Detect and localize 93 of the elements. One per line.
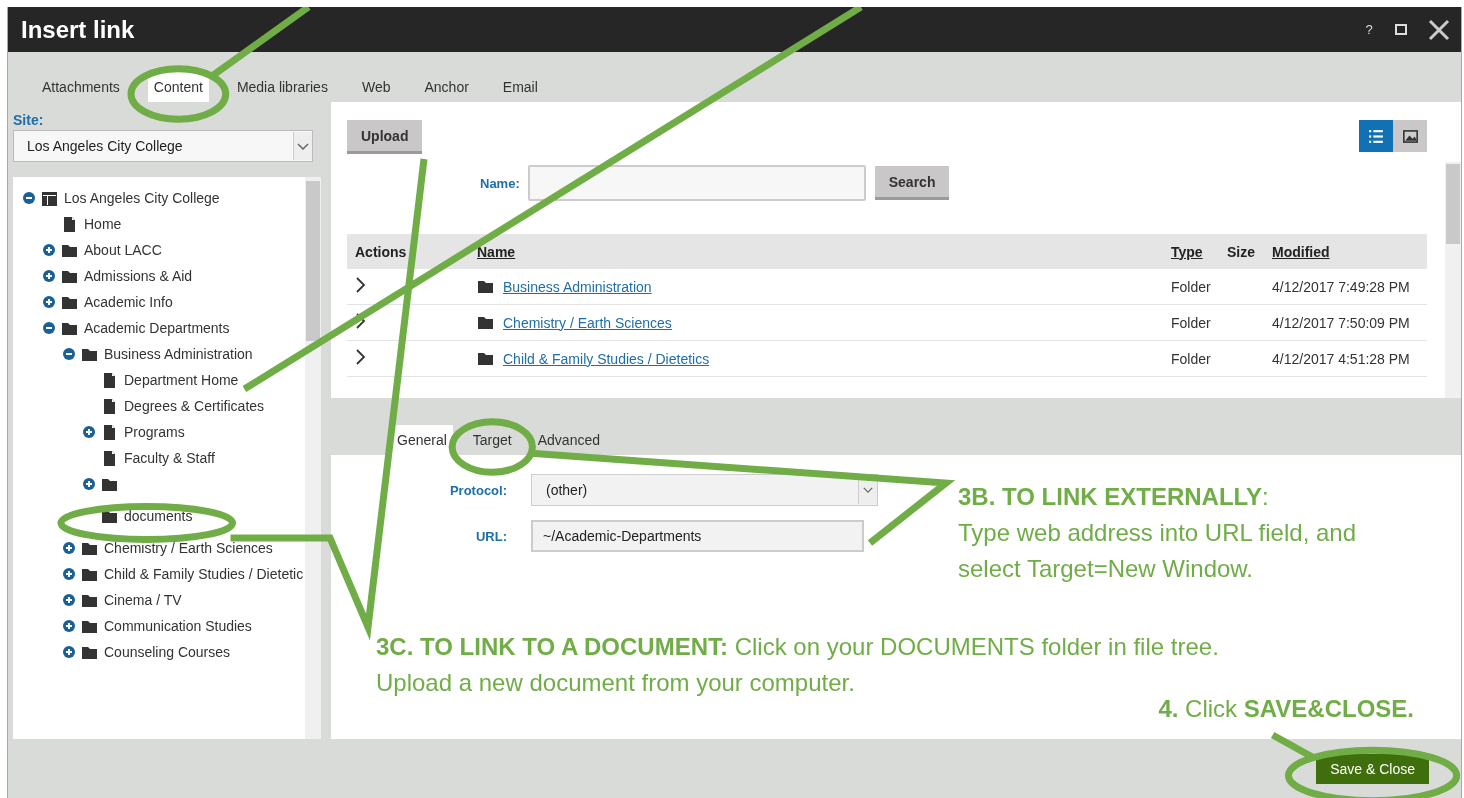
name-input-field[interactable] (527, 165, 866, 201)
tree-item[interactable]: Business Administration (104, 346, 253, 362)
column-header[interactable]: Type (1171, 243, 1227, 260)
field-label: URL: (474, 528, 508, 544)
site-label: Site: (13, 112, 45, 130)
page-icon (101, 423, 118, 441)
list-view-icon (1367, 127, 1385, 145)
tree-item[interactable]: Degrees & Certificates (124, 398, 265, 414)
scrollbar[interactable] (1445, 162, 1461, 398)
page-icon (101, 449, 118, 467)
tree-item[interactable]: Home (84, 216, 122, 232)
url-input-field[interactable]: ~/Academic-Departments (531, 520, 864, 552)
column-header: Actions (355, 243, 408, 260)
table-cell-text: Folder (1171, 314, 1212, 331)
table-cell-text: 4/12/2017 7:50:09 PM (1272, 314, 1411, 331)
folder-link[interactable]: Child & Family Studies / Dietetics (503, 350, 710, 367)
tree-item[interactable]: Academic Departments (84, 320, 230, 336)
tree-item[interactable]: Programs (124, 424, 185, 440)
page-icon (61, 215, 78, 233)
tree-item[interactable]: Academic Info (84, 294, 173, 310)
tab[interactable]: Media libraries (230, 72, 334, 102)
tab[interactable]: Target (466, 425, 518, 455)
tab[interactable]: Attachments (36, 72, 126, 102)
collapse-icon[interactable] (43, 322, 55, 334)
upload-button[interactable]: Upload (347, 120, 423, 154)
annotation-text: 3C. TO LINK TO A DOCUMENT: Click on your DOCUMENTS folder in file tree. (376, 632, 1219, 662)
annotation-text: Type web address into URL field, and (958, 518, 1356, 548)
tree-item[interactable]: Los Angeles City College (64, 190, 220, 206)
expand-icon[interactable] (63, 646, 75, 658)
annotation-text: select Target=New Window. (958, 554, 1255, 584)
tab[interactable]: General (391, 425, 453, 455)
chevron-right-icon[interactable] (355, 313, 367, 329)
caret-icon (297, 142, 309, 150)
chevron-right-icon[interactable] (355, 349, 367, 365)
expand-icon[interactable] (43, 296, 55, 308)
page-icon (101, 397, 118, 415)
tree-item[interactable]: Chemistry / Earth Sciences (104, 540, 273, 556)
tab[interactable]: Web (355, 72, 397, 102)
close-icon[interactable] (1428, 18, 1450, 41)
page-icon (101, 371, 118, 389)
field-label: Name: (480, 175, 520, 191)
expand-icon[interactable] (63, 568, 75, 580)
tree-item[interactable]: Department Home (124, 372, 239, 388)
annotation-text: 3B. TO LINK EXTERNALLY: (958, 482, 1270, 512)
table-cell-text: Folder (1171, 278, 1212, 295)
expand-icon[interactable] (63, 542, 75, 554)
tree-item[interactable]: Communication Studies (104, 618, 252, 634)
site-dropdown[interactable]: Los Angeles City College (13, 130, 313, 162)
column-header: Size (1227, 243, 1256, 260)
tree-item[interactable]: Child & Family Studies / Dietetic (104, 566, 304, 582)
expand-icon[interactable] (83, 478, 95, 490)
column-header[interactable]: Name (477, 243, 1171, 260)
column-header[interactable]: Modified (1272, 243, 1427, 260)
tree-item[interactable]: Admissions & Aid (84, 268, 193, 284)
folder-icon (477, 350, 494, 367)
protocol-dropdown[interactable]: (other) (531, 474, 878, 506)
help-button[interactable]: ? (1353, 13, 1385, 46)
expand-icon[interactable] (43, 244, 55, 256)
expand-icon[interactable] (63, 594, 75, 606)
field-label: Protocol: (448, 482, 508, 498)
folder-link[interactable]: Chemistry / Earth Sciences (503, 314, 672, 331)
table-cell-text: Folder (1171, 350, 1212, 367)
scrollbar[interactable] (305, 177, 321, 739)
folder-link[interactable]: Business Administration (503, 278, 652, 295)
table-cell-text: 4/12/2017 7:49:28 PM (1272, 278, 1411, 295)
tab[interactable]: Anchor (418, 72, 475, 102)
collapse-icon[interactable] (63, 348, 75, 360)
thumbnail-view-button[interactable] (1393, 120, 1427, 152)
expand-icon[interactable] (83, 426, 95, 438)
tree-item[interactable]: Faculty & Staff (124, 450, 215, 466)
folder-icon (477, 314, 494, 331)
caret-icon (863, 487, 873, 493)
tab[interactable]: Content (147, 72, 209, 102)
image-icon (1401, 127, 1419, 145)
list-view-button[interactable] (1359, 120, 1393, 152)
tab[interactable]: Email (496, 72, 544, 102)
expand-icon[interactable] (63, 620, 75, 632)
site-icon (41, 189, 58, 207)
table-cell-text: 4/12/2017 4:51:28 PM (1272, 350, 1411, 367)
maximize-icon[interactable] (1395, 24, 1407, 35)
tree-item[interactable]: documents (124, 508, 193, 524)
tree-item[interactable]: About LACC (84, 242, 162, 258)
tab[interactable]: Advanced (531, 425, 606, 455)
window-title: Insert link (21, 15, 136, 44)
folder-icon (477, 278, 494, 295)
collapse-icon[interactable] (23, 192, 35, 204)
expand-icon[interactable] (43, 270, 55, 282)
chevron-right-icon[interactable] (355, 277, 367, 293)
search-button[interactable]: Search (874, 166, 950, 200)
annotation-text: 4. Click SAVE&CLOSE. (1158, 694, 1414, 724)
annotation-text: Upload a new document from your computer. (376, 668, 856, 698)
tree-item[interactable]: Counseling Courses (104, 644, 231, 660)
tree-item[interactable]: Cinema / TV (104, 592, 182, 608)
